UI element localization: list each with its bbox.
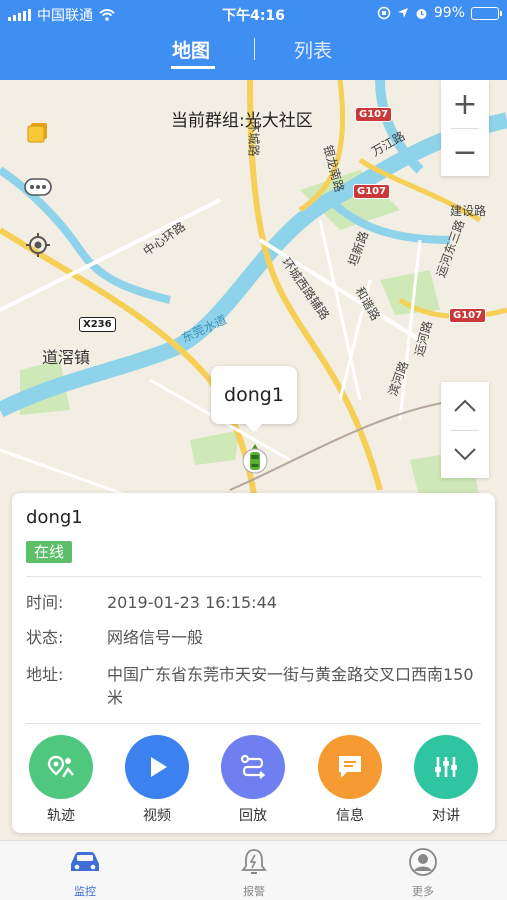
crosshair-icon <box>26 233 50 257</box>
track-label: 轨迹 <box>47 808 75 824</box>
message-icon <box>318 735 382 799</box>
highway-badge: G107 <box>353 184 391 199</box>
zoom-controls: + − <box>441 80 489 176</box>
user-icon <box>409 848 437 876</box>
intercom-icon <box>414 735 478 799</box>
online-status-badge: 在线 <box>26 541 73 563</box>
traffic-toggle-button[interactable] <box>19 168 57 206</box>
divider <box>26 576 481 577</box>
state-label: 状态: <box>26 628 64 647</box>
track-icon <box>29 735 93 799</box>
layer-toggle-button[interactable] <box>19 113 57 151</box>
device-info-card: dong1 在线 时间: 2019-01-23 16:15:44 状态: 网络信… <box>12 493 495 833</box>
video-label: 视频 <box>143 808 171 824</box>
time-value: 2019-01-23 16:15:44 <box>107 593 277 612</box>
tab-divider <box>254 38 255 60</box>
orientation-lock-icon <box>377 6 391 20</box>
action-bar: 轨迹 视频 回放 信息 对讲 <box>12 735 495 827</box>
road-label: 环城路 <box>246 120 261 157</box>
highway-badge: G107 <box>355 107 393 122</box>
playback-button[interactable]: 回放 <box>213 735 293 825</box>
device-name-bubble[interactable]: dong1 <box>211 366 297 432</box>
current-group-label: 当前群组:光大社区 <box>171 111 313 131</box>
tab-alarm-label: 报警 <box>243 885 265 898</box>
tab-monitor-label: 监控 <box>74 885 96 898</box>
address-value: 中国广东省东莞市天安一街与黄金路交叉口西南150米 <box>107 665 474 707</box>
bottom-tab-bar: 监控 报警 更多 <box>0 840 507 900</box>
route-badge: X236 <box>79 317 116 332</box>
bell-icon <box>241 849 267 874</box>
intercom-label: 对讲 <box>432 808 460 824</box>
vehicle-marker-icon[interactable] <box>242 444 268 474</box>
app-header: 中国联通 下午4:16 99% 地图 列表 <box>0 0 507 80</box>
time-label: 时间: <box>26 593 64 612</box>
scroll-up-button[interactable] <box>441 382 489 430</box>
play-icon <box>125 735 189 799</box>
active-tab-indicator <box>171 66 215 69</box>
chevron-down-icon <box>454 448 476 461</box>
tab-more[interactable]: 更多 <box>383 847 463 899</box>
address-label: 地址: <box>26 665 64 684</box>
town-label: 道滘镇 <box>42 348 91 367</box>
info-label: 信息 <box>336 808 364 824</box>
locate-button[interactable] <box>19 226 57 264</box>
highway-badge: G107 <box>449 308 487 323</box>
track-button[interactable]: 轨迹 <box>21 735 101 825</box>
road-label: 建设路 <box>450 204 487 218</box>
tab-alarm[interactable]: 报警 <box>214 847 294 899</box>
zoom-in-button[interactable]: + <box>441 80 489 128</box>
video-button[interactable]: 视频 <box>117 735 197 825</box>
tab-more-label: 更多 <box>412 885 434 898</box>
car-icon <box>71 852 99 871</box>
battery-percent: 99% <box>433 5 465 21</box>
status-bar: 中国联通 下午4:16 99% <box>0 0 507 28</box>
alarm-icon <box>416 8 427 19</box>
layers-icon <box>27 123 47 143</box>
tab-map[interactable]: 地图 <box>172 36 210 63</box>
scroll-controls <box>441 382 489 478</box>
intercom-button[interactable]: 对讲 <box>406 735 486 825</box>
location-arrow-icon <box>397 8 408 18</box>
tab-list[interactable]: 列表 <box>294 36 332 63</box>
scroll-down-button[interactable] <box>441 430 489 478</box>
more-dots-icon <box>24 178 52 196</box>
zoom-out-button[interactable]: − <box>441 128 489 176</box>
divider <box>26 723 481 724</box>
playback-route-icon <box>221 735 285 799</box>
info-button[interactable]: 信息 <box>310 735 390 825</box>
battery-icon <box>471 6 502 20</box>
tab-monitor[interactable]: 监控 <box>45 847 125 899</box>
state-value: 网络信号一般 <box>107 628 204 647</box>
chevron-up-icon <box>454 399 476 412</box>
device-name: dong1 <box>26 507 83 528</box>
nav-tabs: 地图 列表 <box>0 36 507 74</box>
playback-label: 回放 <box>239 808 267 824</box>
